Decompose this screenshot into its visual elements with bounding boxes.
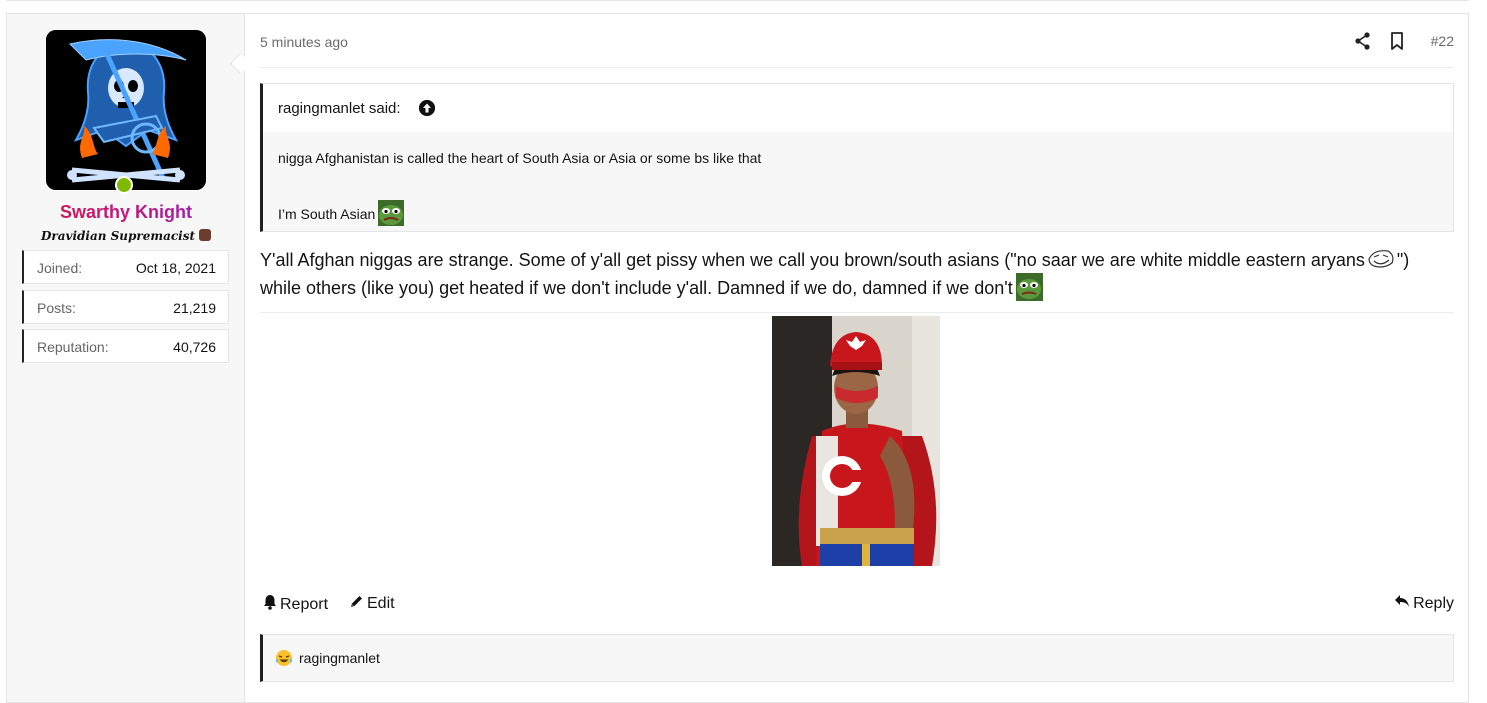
stat-value: Oct 18, 2021 [135,260,216,276]
reply-label: Reply [1413,594,1454,612]
forum-post: Swarthy Knight Dravidian Supremacist Joi… [6,13,1469,703]
header-divider [260,67,1454,68]
reply-button[interactable]: Reply [1394,594,1454,613]
stat-reputation: Reputation: 40,726 [22,329,229,363]
arrow-up-circle-icon[interactable] [419,100,435,116]
share-icon[interactable] [1354,31,1372,51]
quote-text-line: nigga Afghanistan is called the heart of… [278,150,762,166]
post-content: 5 minutes ago #22 ragingmanlet said: nig… [260,14,1454,702]
stat-label: Reputation: [37,339,109,355]
edit-label: Edit [367,595,395,612]
stat-posts: Posts: 21,219 [22,290,229,324]
bookmark-icon[interactable] [1388,31,1406,51]
trollface-emoji-icon [1366,247,1396,271]
user-title: Dravidian Supremacist [7,229,245,243]
post-header-actions: #22 [1354,31,1454,51]
stat-label: Joined: [37,260,83,276]
quote-block: ragingmanlet said: nigga Afghanistan is … [260,83,1454,232]
top-divider [6,0,1469,1]
laughing-crying-emoji-icon [275,649,293,667]
reply-arrow-icon [1394,594,1410,613]
reactions-bar[interactable]: ragingmanlet [260,634,1454,682]
user-title-text: Dravidian Supremacist [40,229,196,243]
pepe-emoji-icon [378,200,405,226]
report-label: Report [280,595,329,613]
post-number-link[interactable]: #22 [1431,33,1454,49]
user-info-panel: Swarthy Knight Dravidian Supremacist Joi… [7,14,245,702]
quote-author-link[interactable]: ragingmanlet said: [278,100,401,117]
post-footer-actions: Report Edit Reply [260,594,1454,616]
bell-icon [263,594,277,615]
stat-label: Posts: [37,300,76,316]
edit-button[interactable]: Edit [349,594,395,614]
stat-value: 21,219 [173,300,216,316]
quote-text-line: I’m South Asian [278,200,405,226]
pencil-icon [349,594,364,614]
post-body: Y'all Afghan niggas are strange. Some of… [260,247,1454,301]
username[interactable]: Swarthy Knight [7,202,245,223]
online-status-indicator [115,176,133,194]
pepe-emoji-icon [1015,273,1043,301]
stat-joined: Joined: Oct 18, 2021 [22,250,229,284]
avatar[interactable] [46,30,206,190]
report-button[interactable]: Report [263,594,328,615]
post-body-text: Y'all Afghan niggas are strange. Some of… [260,250,1365,270]
stat-value: 40,726 [173,339,216,355]
reaction-user-link[interactable]: ragingmanlet [299,650,380,666]
body-divider [260,312,1454,313]
quote-header: ragingmanlet said: [263,84,1453,132]
post-timestamp[interactable]: 5 minutes ago [260,34,348,50]
fist-icon [199,229,212,241]
quote-text: I’m South Asian [278,206,376,222]
post-image[interactable] [772,316,940,566]
